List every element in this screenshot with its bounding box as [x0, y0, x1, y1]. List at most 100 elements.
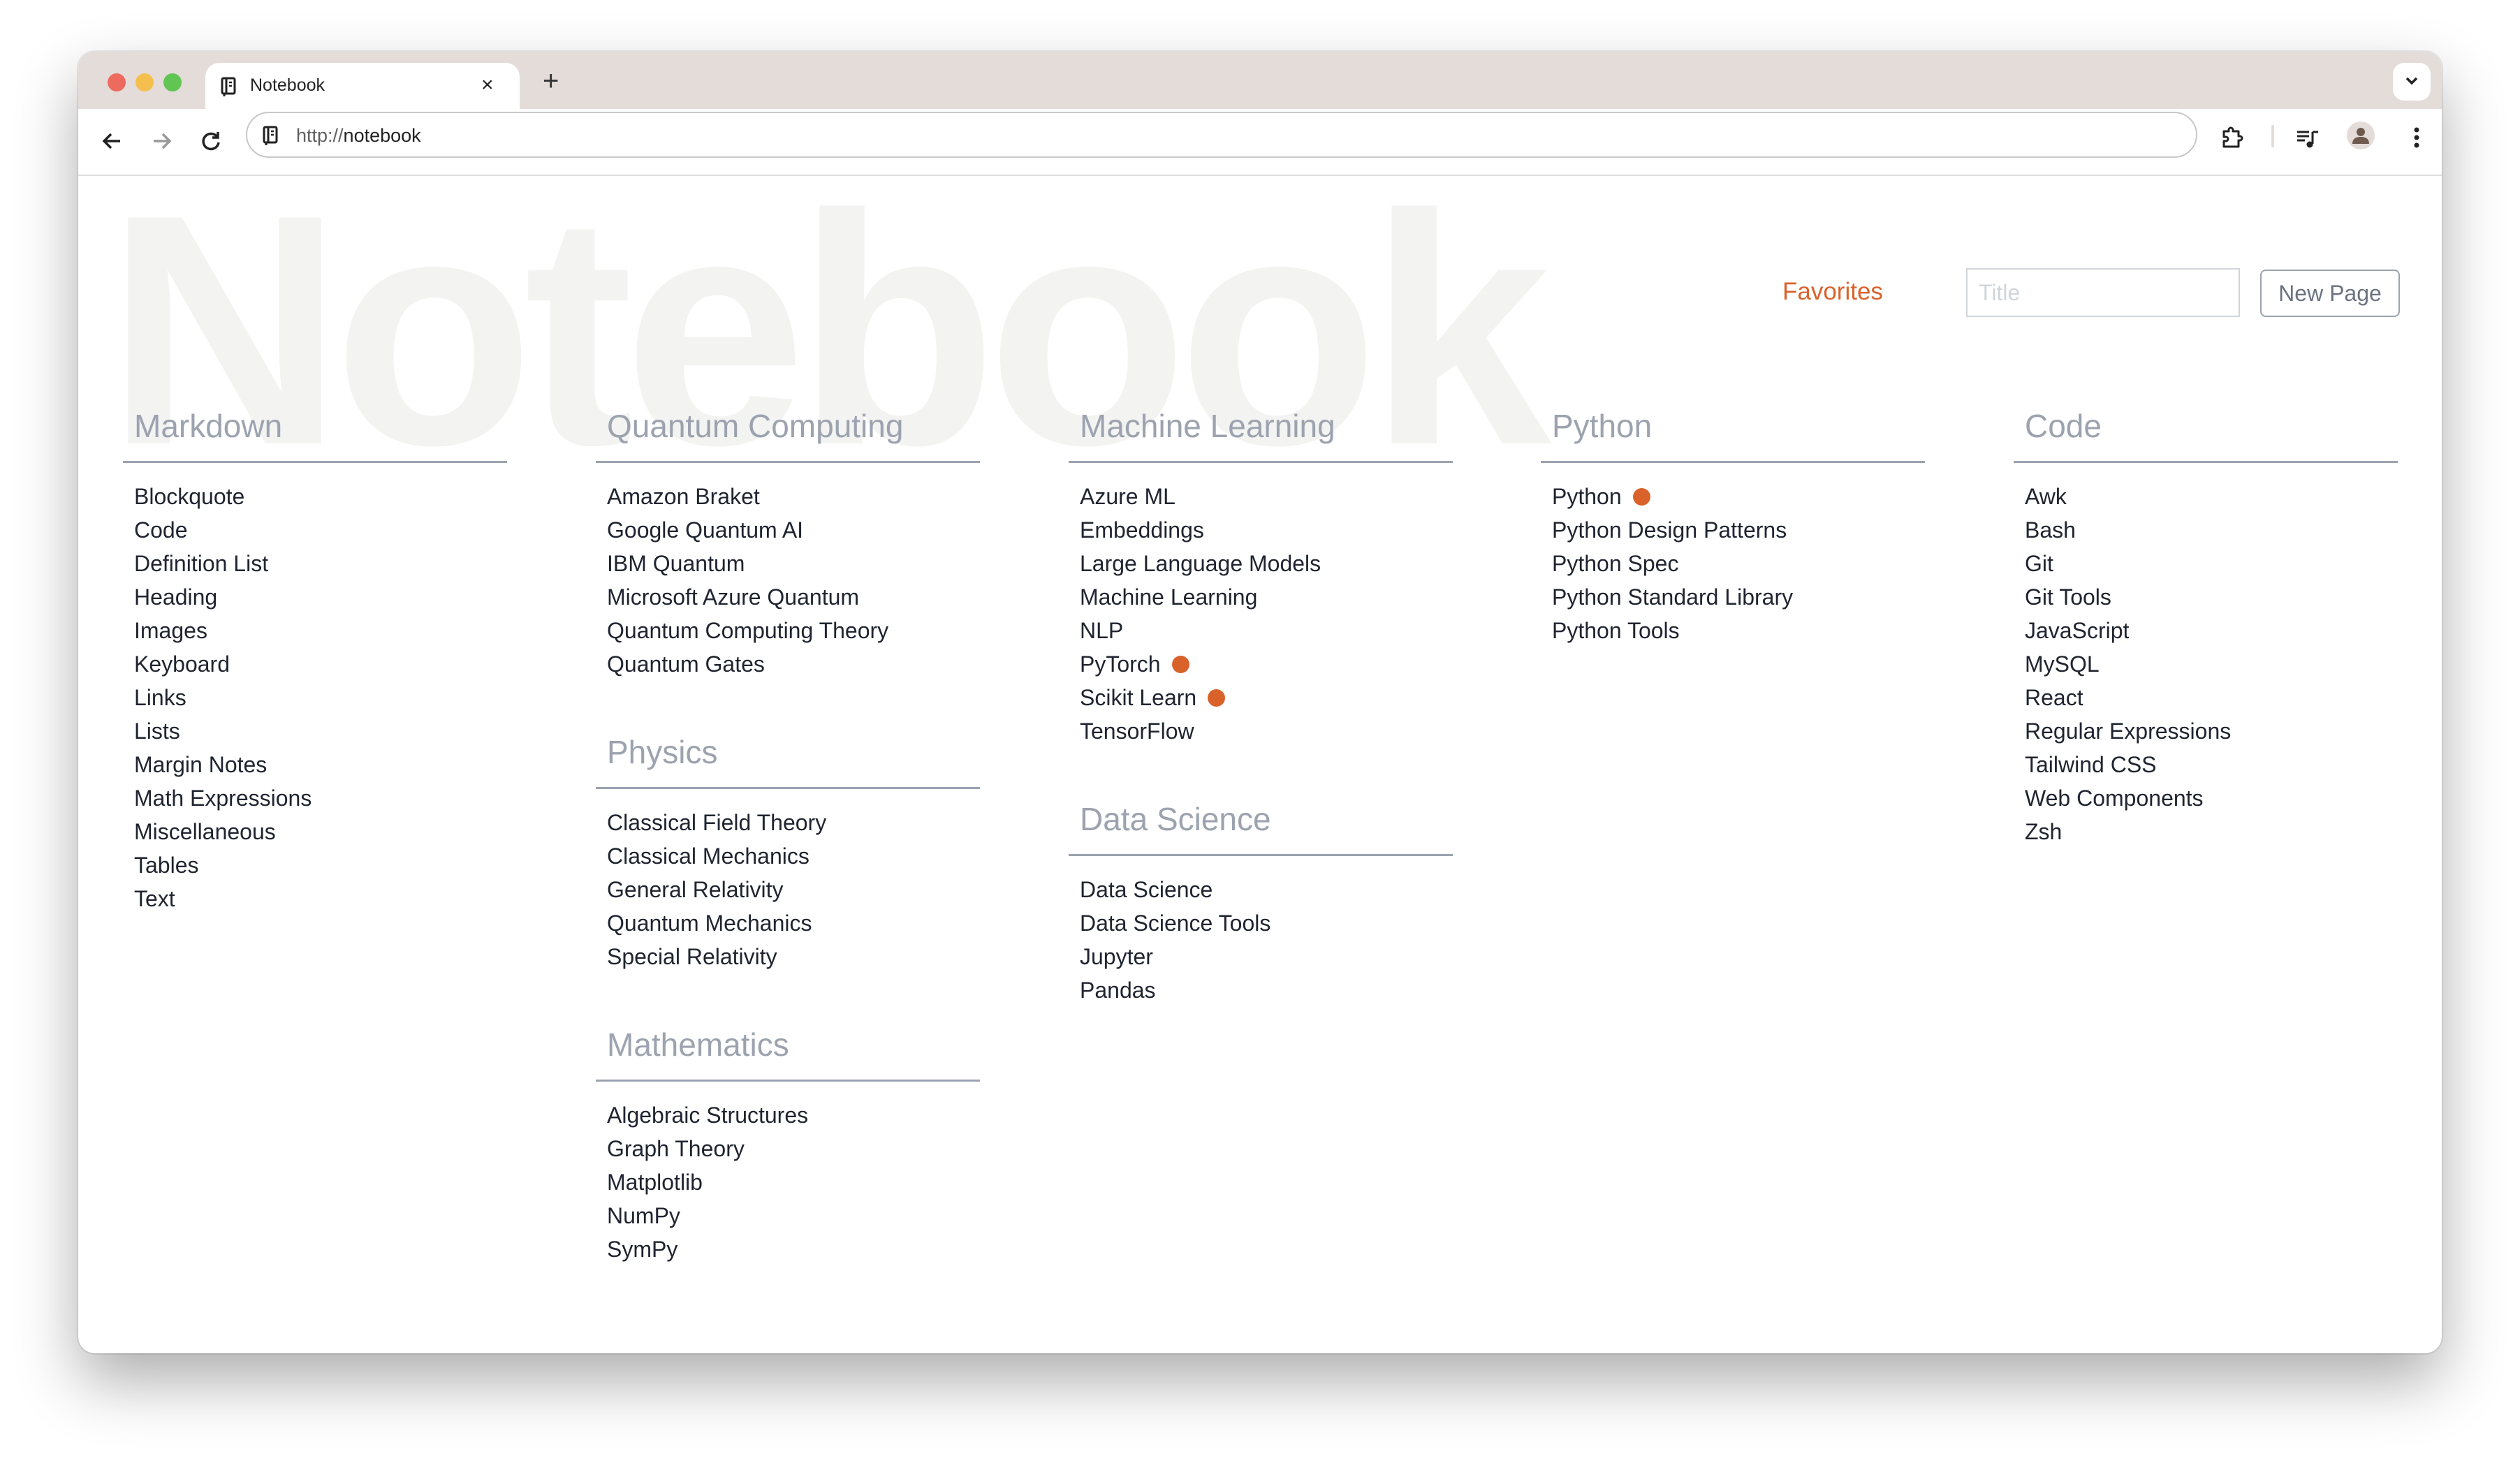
profile-avatar[interactable] — [2347, 122, 2375, 149]
forward-button[interactable] — [148, 127, 176, 155]
page-link[interactable]: Code — [134, 517, 188, 543]
close-tab-icon[interactable]: × — [481, 71, 494, 99]
person-icon — [2352, 128, 2369, 144]
page-link[interactable]: Microsoft Azure Quantum — [607, 584, 859, 610]
page-link[interactable]: Zsh — [2025, 819, 2062, 844]
page-link[interactable]: Google Quantum AI — [607, 517, 803, 543]
page-link[interactable]: Bash — [2025, 517, 2076, 543]
minimize-window-button[interactable] — [135, 73, 154, 91]
section-title: Python — [1552, 408, 1653, 444]
page-link[interactable]: Quantum Computing Theory — [607, 618, 888, 643]
page-link[interactable]: Quantum Gates — [607, 651, 765, 677]
page-link[interactable]: Heading — [134, 584, 217, 610]
arrow-right-icon — [154, 133, 172, 149]
page-link[interactable]: Awk — [2025, 484, 2067, 509]
new-page-button[interactable]: New Page — [2260, 270, 2400, 317]
list-item: Regular Expressions — [2025, 714, 2405, 748]
page-link[interactable]: Python Tools — [1552, 618, 1680, 643]
page-link[interactable]: General Relativity — [607, 877, 784, 902]
page-link[interactable]: Regular Expressions — [2025, 719, 2231, 744]
page-link[interactable]: Data Science — [1080, 877, 1213, 902]
page-link[interactable]: Classical Field Theory — [607, 810, 826, 835]
list-item: Classical Mechanics — [607, 839, 987, 873]
page-link[interactable]: Classical Mechanics — [607, 844, 810, 869]
page-link[interactable]: Data Science Tools — [1080, 911, 1270, 936]
page-link[interactable]: Algebraic Structures — [607, 1103, 808, 1128]
page-link[interactable]: Graph Theory — [607, 1136, 745, 1161]
list-item: Blockquote — [134, 480, 514, 513]
list-item: Code — [134, 513, 514, 547]
page-link[interactable]: Definition List — [134, 551, 268, 576]
favorite-dot-icon — [1171, 656, 1189, 673]
page-link[interactable]: Miscellaneous — [134, 819, 276, 844]
page-link[interactable]: SymPy — [607, 1237, 677, 1262]
page-link[interactable]: Text — [134, 886, 175, 911]
page-link[interactable]: IBM Quantum — [607, 551, 745, 576]
page-link[interactable]: Lists — [134, 719, 180, 744]
page-link[interactable]: Git — [2025, 551, 2053, 576]
page-link[interactable]: Large Language Models — [1080, 551, 1321, 576]
page-link[interactable]: Jupyter — [1080, 944, 1153, 969]
page-link[interactable]: Python Standard Library — [1552, 584, 1793, 610]
section-divider — [596, 787, 980, 789]
page-link[interactable]: NLP — [1080, 618, 1123, 643]
list-item: Images — [134, 614, 514, 647]
tab-search-button[interactable] — [2393, 63, 2431, 101]
page-link[interactable]: Python — [1552, 484, 1622, 509]
new-tab-button[interactable]: + — [543, 66, 559, 96]
list-item: JavaScript — [2025, 614, 2405, 647]
back-button[interactable] — [98, 127, 126, 155]
reload-button[interactable] — [197, 127, 225, 155]
close-window-button[interactable] — [108, 73, 126, 91]
favorites-link[interactable]: Favorites — [1782, 278, 1883, 306]
page-link[interactable]: Embeddings — [1080, 517, 1204, 543]
list-item: React — [2025, 681, 2405, 714]
menu-button[interactable] — [2411, 126, 2422, 154]
page-link[interactable]: Margin Notes — [134, 752, 267, 777]
page-link[interactable]: Keyboard — [134, 651, 230, 677]
list-item: Quantum Computing Theory — [607, 614, 987, 647]
page-link[interactable]: Git Tools — [2025, 584, 2111, 610]
page-link[interactable]: Python Design Patterns — [1552, 517, 1787, 543]
title-input[interactable] — [1966, 268, 2240, 317]
page-link[interactable]: Tailwind CSS — [2025, 752, 2157, 777]
page-link[interactable]: Quantum Mechanics — [607, 911, 812, 936]
page-link[interactable]: Math Expressions — [134, 786, 312, 811]
page-link[interactable]: Machine Learning — [1080, 584, 1257, 610]
page-link[interactable]: Images — [134, 618, 207, 643]
page-link[interactable]: Tables — [134, 853, 199, 878]
extensions-button[interactable] — [2220, 126, 2245, 154]
page-link[interactable]: Python Spec — [1552, 551, 1678, 576]
site-info-icon[interactable] — [263, 126, 278, 149]
list-item: Scikit Learn — [1080, 681, 1460, 714]
tab-notebook[interactable]: Notebook × — [205, 63, 520, 109]
page-link[interactable]: Web Components — [2025, 786, 2204, 811]
page-link[interactable]: Scikit Learn — [1080, 685, 1196, 710]
page-link[interactable]: MySQL — [2025, 651, 2100, 677]
list-item: Jupyter — [1080, 940, 1460, 973]
page-link[interactable]: React — [2025, 685, 2083, 710]
media-controls-button[interactable] — [2295, 126, 2320, 154]
list-item: Quantum Gates — [607, 647, 987, 681]
list-item: PyTorch — [1080, 647, 1460, 681]
list-item: Microsoft Azure Quantum — [607, 580, 987, 614]
section-divider — [1541, 461, 1925, 463]
page-list: Blockquote Code Definition List Heading Imag… — [123, 480, 514, 915]
list-item: Heading — [134, 580, 514, 614]
page-link[interactable]: JavaScript — [2025, 618, 2129, 643]
page-link[interactable]: NumPy — [607, 1203, 680, 1228]
page-link[interactable]: PyTorch — [1080, 651, 1161, 677]
section-divider — [2014, 461, 2398, 463]
page-link[interactable]: Blockquote — [134, 484, 244, 509]
address-bar[interactable]: http://notebook — [246, 112, 2197, 158]
reload-icon — [202, 132, 220, 151]
page-link[interactable]: Links — [134, 685, 186, 710]
page-link[interactable]: Matplotlib — [607, 1170, 703, 1195]
page-link[interactable]: Special Relativity — [607, 944, 777, 969]
page-link[interactable]: Azure ML — [1080, 484, 1175, 509]
page-link[interactable]: Pandas — [1080, 978, 1156, 1003]
maximize-window-button[interactable] — [163, 73, 182, 91]
page-link[interactable]: TensorFlow — [1080, 719, 1194, 744]
page-link[interactable]: Amazon Braket — [607, 484, 760, 509]
browser-window: Notebook × + http://notebook Notebook Fa… — [78, 52, 2442, 1353]
